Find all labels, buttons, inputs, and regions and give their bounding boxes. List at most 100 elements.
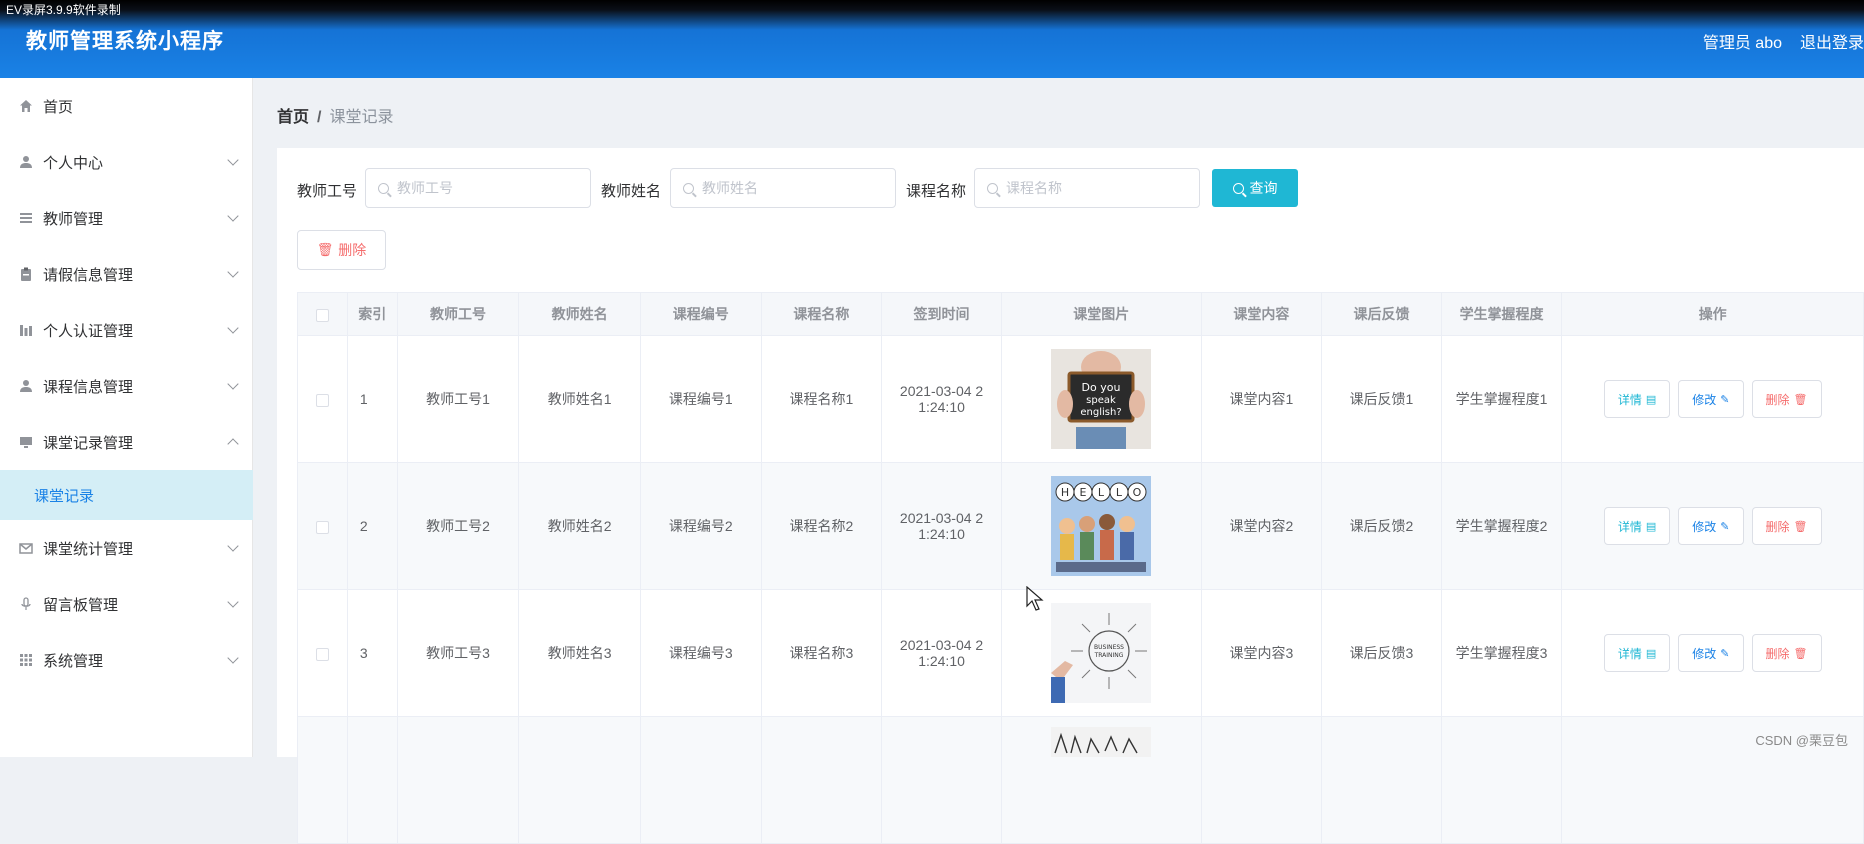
cell-image: Do you speak english? [1001, 336, 1201, 463]
chevron-down-icon [227, 540, 238, 551]
svg-text:BUSINESS: BUSINESS [1094, 644, 1124, 651]
delete-button[interactable]: 删除🗑 [1752, 380, 1822, 418]
edit-button[interactable]: 修改✎ [1678, 634, 1743, 672]
sidebar-item-label: 请假信息管理 [43, 264, 133, 285]
course-name-label: 课程名称 [906, 180, 966, 201]
teacher-name-label: 教师姓名 [601, 180, 661, 201]
search-icon [378, 183, 389, 194]
row-select-cell[interactable] [298, 336, 348, 463]
time-line-2: 1:24:10 [918, 653, 965, 669]
cell-content: 课堂内容1 [1201, 336, 1322, 463]
cell-time [882, 717, 1002, 844]
trash-icon: 🗑 [317, 242, 334, 258]
course-name-placeholder: 课程名称 [1006, 178, 1062, 198]
chevron-down-icon [227, 596, 238, 607]
search-button-label: 查询 [1250, 178, 1278, 198]
table-row: 3 教师工号3 教师姓名3 课程编号3 课程名称3 2021-03-04 21:… [298, 590, 1864, 717]
select-all-checkbox[interactable] [316, 309, 329, 322]
mail-icon [18, 540, 34, 556]
sidebar-item-messages[interactable]: 留言板管理 [0, 576, 253, 632]
cell-feedback: 课后反馈3 [1322, 590, 1442, 717]
cell-course-no: 课程编号3 [640, 590, 761, 717]
breadcrumb: 首页/课堂记录 [277, 103, 393, 127]
document-icon: ▤ [1646, 393, 1656, 406]
sidebar-item-label: 留言板管理 [43, 594, 118, 615]
delete-label: 删除 [1766, 391, 1790, 408]
sidebar-item-courses[interactable]: 课程信息管理 [0, 358, 253, 414]
list-icon [18, 210, 34, 226]
cell-index: 2 [347, 463, 397, 590]
search-icon [987, 183, 998, 194]
mouse-cursor-icon [1026, 586, 1044, 617]
chevron-up-icon [227, 438, 238, 449]
detail-button[interactable]: 详情▤ [1604, 380, 1670, 418]
sidebar-item-label: 首页 [43, 96, 73, 117]
teacher-name-input[interactable]: 教师姓名 [670, 168, 896, 208]
clipboard-icon [18, 266, 34, 282]
sidebar-item-class-stats[interactable]: 课堂统计管理 [0, 520, 253, 576]
sidebar-item-certification[interactable]: 个人认证管理 [0, 302, 253, 358]
batch-delete-button[interactable]: 🗑 删除 [297, 230, 386, 270]
row-checkbox[interactable] [316, 648, 329, 661]
trash-icon: 🗑 [1794, 647, 1808, 660]
column-header: 课程编号 [640, 293, 761, 336]
select-all-cell[interactable] [298, 293, 348, 336]
chevron-down-icon [227, 652, 238, 663]
cell-course-name: 课程名称1 [761, 336, 882, 463]
row-checkbox[interactable] [316, 394, 329, 407]
column-header: 学生掌握程度 [1441, 293, 1562, 336]
row-select-cell[interactable] [298, 590, 348, 717]
sidebar-item-leave[interactable]: 请假信息管理 [0, 246, 253, 302]
svg-text:english?: english? [1081, 407, 1122, 418]
svg-text:Do you: Do you [1082, 381, 1121, 394]
monitor-icon [18, 434, 34, 450]
class-photo[interactable]: BUSINESS TRAINING [1051, 603, 1151, 703]
svg-text:L: L [1098, 486, 1105, 499]
logout-button[interactable]: 退出登录 [1800, 29, 1864, 53]
recorder-watermark: EV录屏3.9.9软件录制 [6, 1, 121, 18]
cell-content: 课堂内容2 [1201, 463, 1322, 590]
cell-time: 2021-03-04 21:24:10 [882, 336, 1002, 463]
cell-teacher-no [397, 717, 519, 844]
teacher-name-placeholder: 教师姓名 [702, 178, 758, 198]
edit-button[interactable]: 修改✎ [1678, 380, 1743, 418]
course-name-input[interactable]: 课程名称 [974, 168, 1200, 208]
class-photo[interactable] [1051, 727, 1151, 757]
svg-text:H: H [1061, 486, 1069, 499]
teacher-no-input[interactable]: 教师工号 [365, 168, 591, 208]
sidebar-item-label: 课堂统计管理 [43, 538, 133, 559]
sidebar-item-profile[interactable]: 个人中心 [0, 134, 253, 190]
sidebar-item-label: 教师管理 [43, 208, 103, 229]
teacher-no-placeholder: 教师工号 [397, 178, 453, 198]
column-header: 索引 [347, 293, 397, 336]
sidebar-item-teachers[interactable]: 教师管理 [0, 190, 253, 246]
class-photo[interactable]: H E L L O [1051, 476, 1151, 576]
cell-index [347, 717, 397, 844]
sidebar-item-home[interactable]: 首页 [0, 78, 253, 134]
cell-mastery: 学生掌握程度2 [1441, 463, 1562, 590]
detail-button[interactable]: 详情▤ [1604, 507, 1670, 545]
edit-button[interactable]: 修改✎ [1678, 507, 1743, 545]
class-photo[interactable]: Do you speak english? [1051, 349, 1151, 449]
sidebar-item-system[interactable]: 系统管理 [0, 632, 253, 688]
row-checkbox[interactable] [316, 521, 329, 534]
cell-actions: 详情▤ 修改✎ 删除🗑 [1562, 336, 1864, 463]
delete-button[interactable]: 删除🗑 [1752, 507, 1822, 545]
top-bar: EV录屏3.9.9软件录制 教师管理系统小程序 管理员 abo 退出登录 [0, 0, 1864, 78]
chevron-down-icon [227, 210, 238, 221]
sidebar-subitem-class-record[interactable]: 课堂记录 [0, 470, 253, 520]
delete-button[interactable]: 删除🗑 [1752, 634, 1822, 672]
current-user[interactable]: 管理员 abo [1703, 29, 1782, 53]
breadcrumb-separator: / [317, 109, 321, 126]
table-row: 2 教师工号2 教师姓名2 课程编号2 课程名称2 2021-03-04 21:… [298, 463, 1864, 590]
row-select-cell[interactable] [298, 463, 348, 590]
breadcrumb-home[interactable]: 首页 [277, 109, 309, 126]
column-header: 课程名称 [761, 293, 882, 336]
sidebar-item-label: 课堂记录管理 [43, 432, 133, 453]
chevron-down-icon [227, 378, 238, 389]
column-header: 教师工号 [397, 293, 519, 336]
search-button[interactable]: 查询 [1212, 169, 1298, 207]
detail-button[interactable]: 详情▤ [1604, 634, 1670, 672]
sidebar-item-class-records[interactable]: 课堂记录管理 [0, 414, 253, 470]
cell-feedback: 课后反馈1 [1322, 336, 1442, 463]
